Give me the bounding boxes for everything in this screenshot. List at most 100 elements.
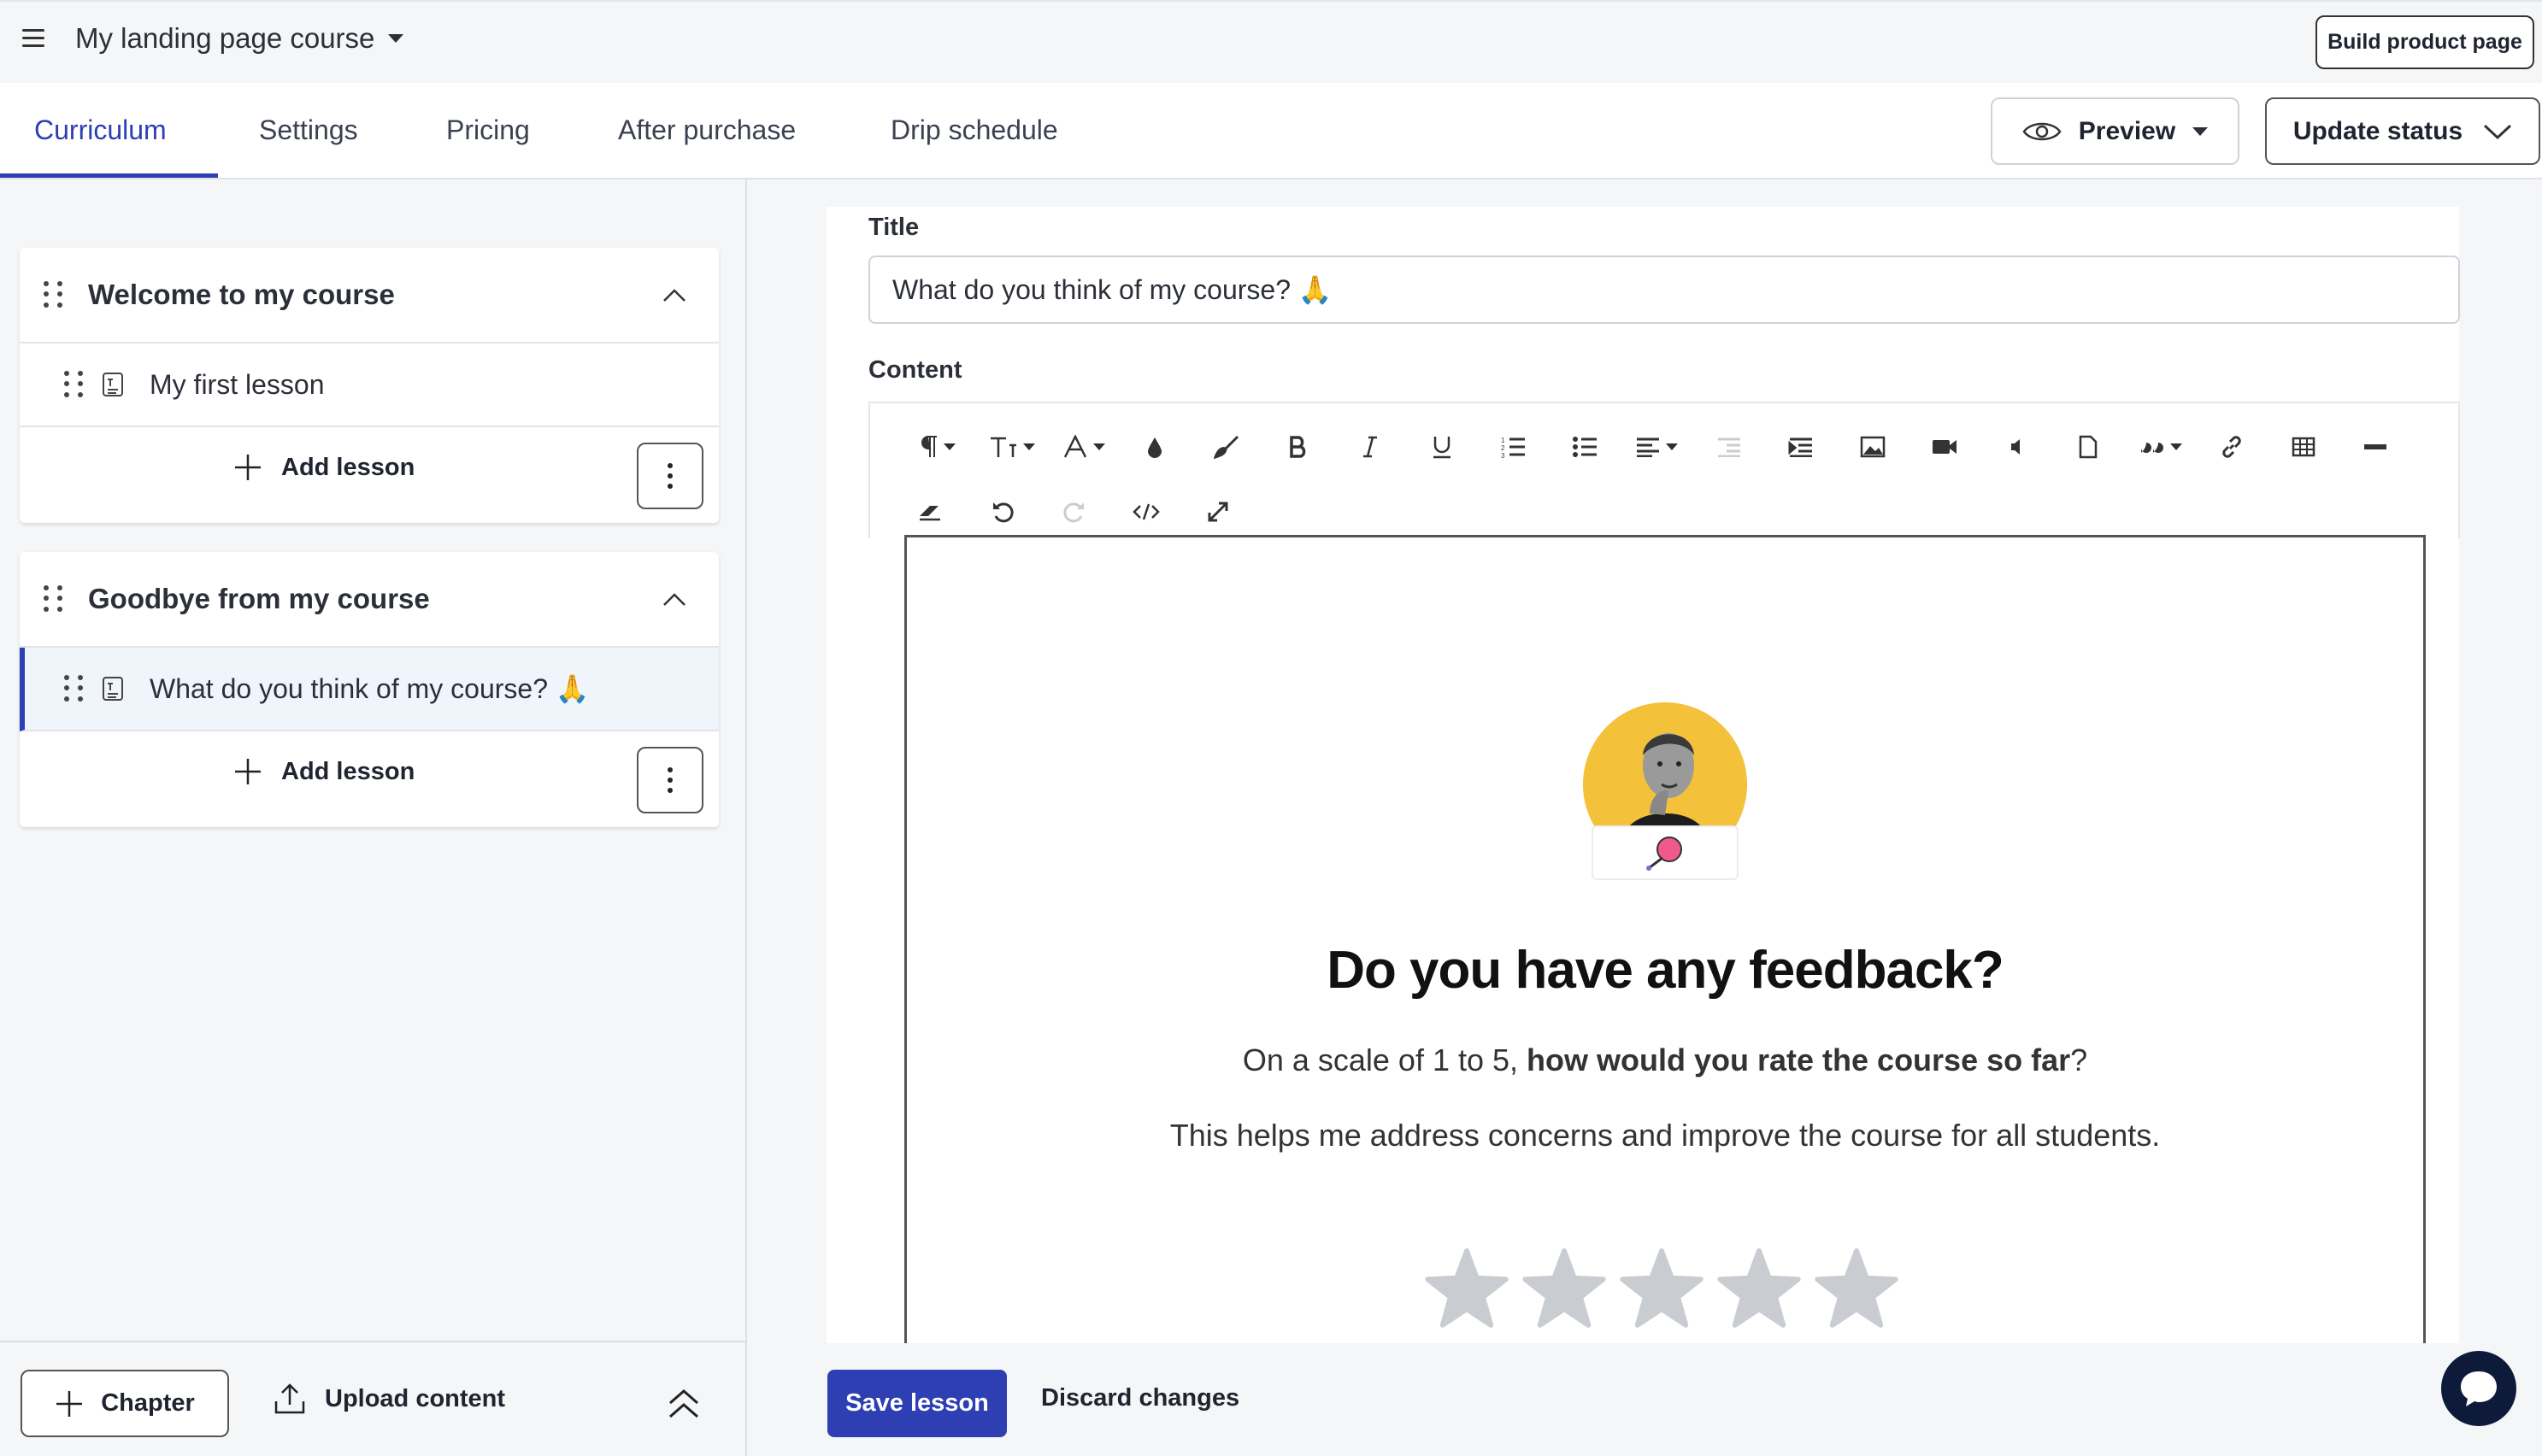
chevron-up-icon[interactable] [662, 588, 686, 612]
highlight-color-button[interactable] [1203, 424, 1250, 470]
insert-image-button[interactable] [1850, 424, 1896, 470]
discard-changes-button[interactable]: Discard changes [1041, 1384, 1239, 1412]
plus-icon [56, 1390, 83, 1417]
rich-text-toolbar: 123 [868, 402, 2460, 538]
tab-settings[interactable]: Settings [259, 83, 358, 178]
code-icon [1133, 503, 1160, 520]
chapter-header[interactable]: Goodbye from my course [20, 552, 719, 648]
plus-icon [235, 455, 261, 480]
save-lesson-button[interactable]: Save lesson [827, 1370, 1007, 1437]
indent-button[interactable] [1778, 424, 1824, 470]
paragraph-format-button[interactable] [908, 424, 968, 470]
link-icon [2222, 436, 2241, 458]
ordered-list-icon: 123 [1501, 437, 1525, 458]
chapter-more-options-button[interactable] [637, 747, 703, 813]
italic-button[interactable] [1347, 424, 1393, 470]
rating-question: On a scale of 1 to 5, how would you rate… [904, 1042, 2426, 1078]
chevron-up-icon[interactable] [662, 284, 686, 308]
chapter-header[interactable]: Welcome to my course [20, 248, 719, 343]
redo-button[interactable] [1051, 489, 1097, 535]
font-family-button[interactable] [1051, 424, 1116, 470]
rating-star-4[interactable] [1716, 1246, 1802, 1331]
droplet-icon [1148, 437, 1162, 458]
drag-handle-icon[interactable] [44, 585, 62, 613]
upload-content-button[interactable]: Upload content [274, 1383, 505, 1415]
course-switcher[interactable]: My landing page course [75, 22, 404, 55]
bullet-list-icon [1573, 437, 1597, 457]
rating-star-1[interactable] [1424, 1246, 1509, 1331]
content-heading: Do you have any feedback? [1327, 941, 2004, 1000]
curriculum-sidebar: Welcome to my course My first lesson Add… [0, 179, 747, 1456]
underline-icon [1433, 437, 1450, 459]
lesson-row-selected[interactable]: What do you think of my course? 🙏 [20, 648, 719, 731]
undo-button[interactable] [980, 489, 1026, 535]
content-paragraph: This helps me address concerns and impro… [1169, 1118, 2161, 1153]
quote-button[interactable] [2127, 424, 2195, 470]
add-chapter-button[interactable]: Chapter [21, 1370, 229, 1437]
insert-audio-button[interactable] [1993, 424, 2039, 470]
update-status-button[interactable]: Update status [2265, 97, 2540, 165]
preview-button[interactable]: Preview [1991, 97, 2239, 165]
code-view-button[interactable] [1123, 489, 1169, 535]
rating-star-2[interactable] [1521, 1246, 1607, 1331]
font-size-button[interactable] [980, 424, 1044, 470]
italic-icon [1363, 436, 1377, 458]
caret-down-icon [1093, 443, 1105, 450]
tab-drip-schedule[interactable]: Drip schedule [891, 83, 1058, 178]
ordered-list-button[interactable]: 123 [1491, 424, 1537, 470]
insert-file-button[interactable] [2065, 424, 2111, 470]
hamburger-menu-icon[interactable] [22, 29, 44, 51]
rating-star-5[interactable] [1814, 1246, 1899, 1331]
fullscreen-button[interactable] [1195, 489, 1241, 535]
chat-support-button[interactable] [2441, 1351, 2516, 1426]
unordered-list-button[interactable] [1562, 424, 1609, 470]
preview-label: Preview [2078, 116, 2176, 145]
font-icon [1063, 435, 1087, 458]
insert-table-button[interactable] [2280, 424, 2327, 470]
clear-formatting-button[interactable] [908, 489, 954, 535]
tab-after-purchase[interactable]: After purchase [618, 83, 796, 178]
table-icon [2292, 437, 2315, 457]
outdent-button[interactable] [1706, 424, 1752, 470]
rating-star-3[interactable] [1619, 1246, 1704, 1331]
course-title: My landing page course [75, 22, 375, 54]
lesson-title: My first lesson [150, 368, 325, 400]
undo-icon [993, 502, 1014, 523]
align-left-icon [1637, 437, 1659, 457]
add-lesson-label: Add lesson [281, 757, 415, 785]
caret-down-icon [944, 443, 956, 450]
build-product-page-button[interactable]: Build product page [2315, 15, 2534, 69]
chapter-more-options-button[interactable] [637, 443, 703, 509]
lesson-title-input[interactable]: What do you think of my course? 🙏 [868, 255, 2460, 324]
collapse-all-icon[interactable] [665, 1386, 703, 1420]
rating-question-suffix: ? [2070, 1042, 2088, 1077]
chapter-title: Goodbye from my course [88, 583, 430, 614]
text-lesson-icon [103, 677, 123, 701]
drag-handle-icon[interactable] [44, 281, 62, 308]
insert-link-button[interactable] [2209, 424, 2255, 470]
tab-curriculum[interactable]: Curriculum [34, 83, 167, 178]
plus-icon [235, 759, 261, 784]
underline-button[interactable] [1419, 424, 1465, 470]
eraser-icon [920, 506, 940, 521]
pilcrow-icon [921, 436, 937, 457]
align-button[interactable] [1622, 424, 1691, 470]
drag-handle-icon[interactable] [64, 371, 83, 398]
active-tab-indicator [0, 173, 218, 178]
tab-pricing[interactable]: Pricing [446, 83, 530, 178]
content-editable-area[interactable] [904, 535, 2426, 1343]
svg-text:1: 1 [1501, 437, 1505, 444]
image-icon [1860, 436, 1886, 458]
chapter-title: Welcome to my course [88, 279, 395, 310]
horizontal-rule-icon [2364, 444, 2386, 449]
upload-icon [274, 1383, 305, 1414]
bold-button[interactable] [1275, 424, 1321, 470]
lesson-row[interactable]: My first lesson [20, 343, 719, 427]
text-color-button[interactable] [1132, 424, 1178, 470]
horizontal-line-button[interactable] [2352, 424, 2398, 470]
file-icon [2079, 435, 2098, 459]
insert-video-button[interactable] [1921, 424, 1968, 470]
add-lesson-button[interactable]: Add lesson [233, 453, 415, 482]
drag-handle-icon[interactable] [64, 675, 83, 702]
add-lesson-button[interactable]: Add lesson [233, 757, 415, 786]
